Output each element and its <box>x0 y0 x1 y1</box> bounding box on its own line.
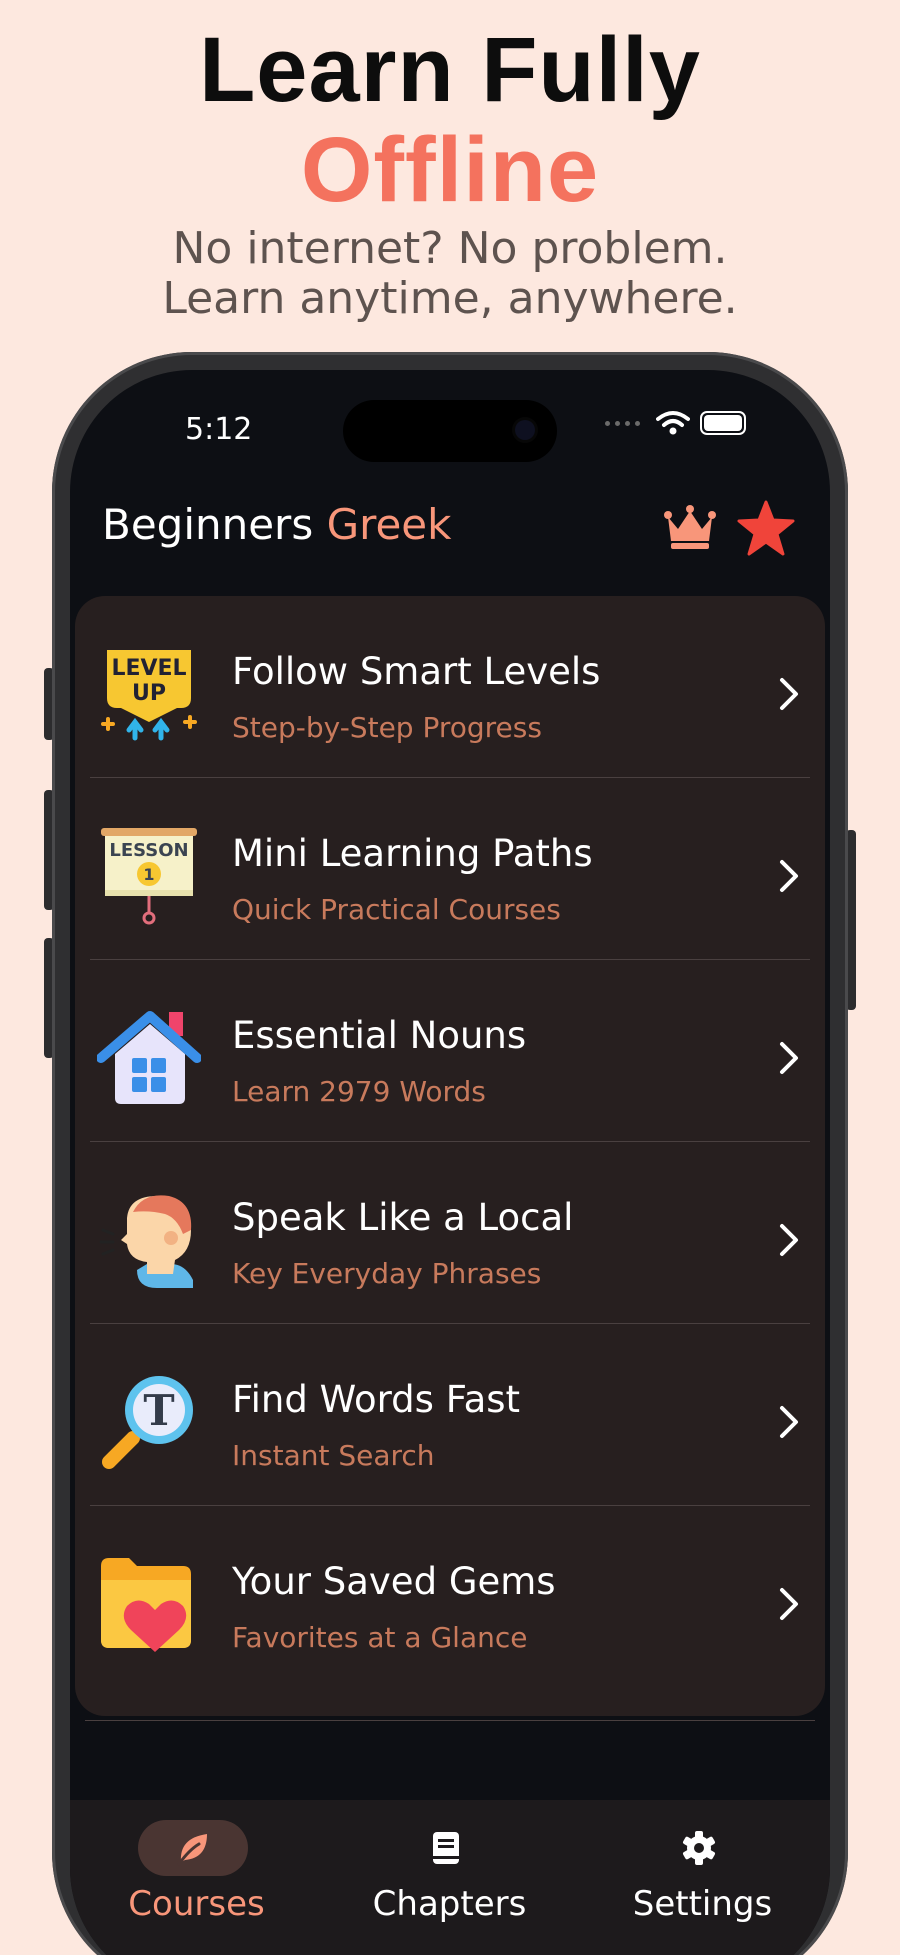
menu-item-title: Mini Learning Paths <box>232 832 593 875</box>
svg-text:UP: UP <box>132 681 166 706</box>
tab-label: Settings <box>632 1884 773 1924</box>
speaking-person-icon <box>99 1195 193 1288</box>
chevron-right-icon <box>780 678 798 710</box>
divider <box>85 1720 815 1721</box>
status-time: 5:12 <box>185 412 253 447</box>
menu-item-subtitle: Step-by-Step Progress <box>232 711 542 744</box>
svg-text:LESSON: LESSON <box>109 840 188 861</box>
wifi-icon <box>656 411 690 435</box>
phone-screen: 5:12 Beginners Greek LEVEL UP Follow Sma… <box>70 370 830 1955</box>
magnifier-text-icon: T <box>102 1376 193 1469</box>
promo-subtitle-line2: Learn anytime, anywhere. <box>162 273 738 324</box>
promo-title-line1: Learn Fully <box>199 19 701 121</box>
menu-item-subtitle: Key Everyday Phrases <box>232 1257 542 1290</box>
heart-folder-icon <box>101 1558 191 1652</box>
leaf-icon <box>177 1834 207 1866</box>
menu-item-speak-local[interactable]: Speak Like a Local Key Everyday Phrases <box>75 1142 825 1324</box>
book-icon <box>433 1832 459 1864</box>
menu-item-find-words[interactable]: T Find Words Fast Instant Search <box>75 1324 825 1506</box>
chevron-right-icon <box>780 1224 798 1256</box>
chevron-right-icon <box>780 1588 798 1620</box>
tab-bar: Courses Chapters Settings <box>70 1800 830 1955</box>
tab-label: Chapters <box>372 1884 527 1924</box>
svg-text:1: 1 <box>143 865 154 884</box>
menu-item-subtitle: Learn 2979 Words <box>232 1075 486 1108</box>
menu-item-smart-levels[interactable]: LEVEL UP Follow Smart Levels Step-by-Ste… <box>75 596 825 778</box>
app-title: Beginners Greek <box>102 500 451 549</box>
app-title-accent: Greek <box>326 500 452 549</box>
menu-item-title: Find Words Fast <box>232 1378 521 1421</box>
signal-dots-icon <box>605 420 640 426</box>
chevron-right-icon <box>780 1406 798 1438</box>
dynamic-island <box>343 400 557 462</box>
tab-settings[interactable]: Settings <box>576 1800 829 1950</box>
star-button[interactable] <box>736 498 796 558</box>
crown-button[interactable] <box>660 498 720 558</box>
gear-icon <box>683 1831 715 1865</box>
promo-title-line2: Offline <box>300 119 600 221</box>
svg-text:LEVEL: LEVEL <box>111 656 186 681</box>
status-icons <box>605 410 746 436</box>
courses-menu: LEVEL UP Follow Smart Levels Step-by-Ste… <box>75 596 825 1716</box>
house-icon <box>97 1011 201 1104</box>
crown-icon <box>664 505 716 549</box>
lesson-board-icon: LESSON 1 <box>101 828 197 925</box>
menu-item-subtitle: Favorites at a Glance <box>232 1621 528 1654</box>
tab-courses[interactable]: Courses <box>70 1800 323 1950</box>
level-up-icon: LEVEL UP <box>101 650 197 741</box>
battery-icon <box>700 411 746 435</box>
menu-item-title: Essential Nouns <box>232 1014 527 1057</box>
promo-subtitle-line1: No internet? No problem. <box>172 223 728 274</box>
tab-chapters[interactable]: Chapters <box>323 1800 576 1950</box>
front-camera <box>515 420 535 440</box>
app-title-prefix: Beginners <box>102 500 314 549</box>
svg-text:T: T <box>143 1386 174 1435</box>
chevron-right-icon <box>780 1042 798 1074</box>
star-icon <box>737 500 795 556</box>
menu-item-subtitle: Instant Search <box>232 1439 435 1472</box>
menu-item-title: Your Saved Gems <box>232 1560 556 1603</box>
menu-item-subtitle: Quick Practical Courses <box>232 893 561 926</box>
menu-item-learning-paths[interactable]: LESSON 1 Mini Learning Paths Quick Pract… <box>75 778 825 960</box>
chevron-right-icon <box>780 860 798 892</box>
menu-item-title: Speak Like a Local <box>232 1196 574 1239</box>
menu-item-essential-nouns[interactable]: Essential Nouns Learn 2979 Words <box>75 960 825 1142</box>
menu-item-title: Follow Smart Levels <box>232 650 601 693</box>
menu-item-saved-gems[interactable]: Your Saved Gems Favorites at a Glance <box>75 1506 825 1688</box>
tab-label: Courses <box>128 1884 265 1924</box>
